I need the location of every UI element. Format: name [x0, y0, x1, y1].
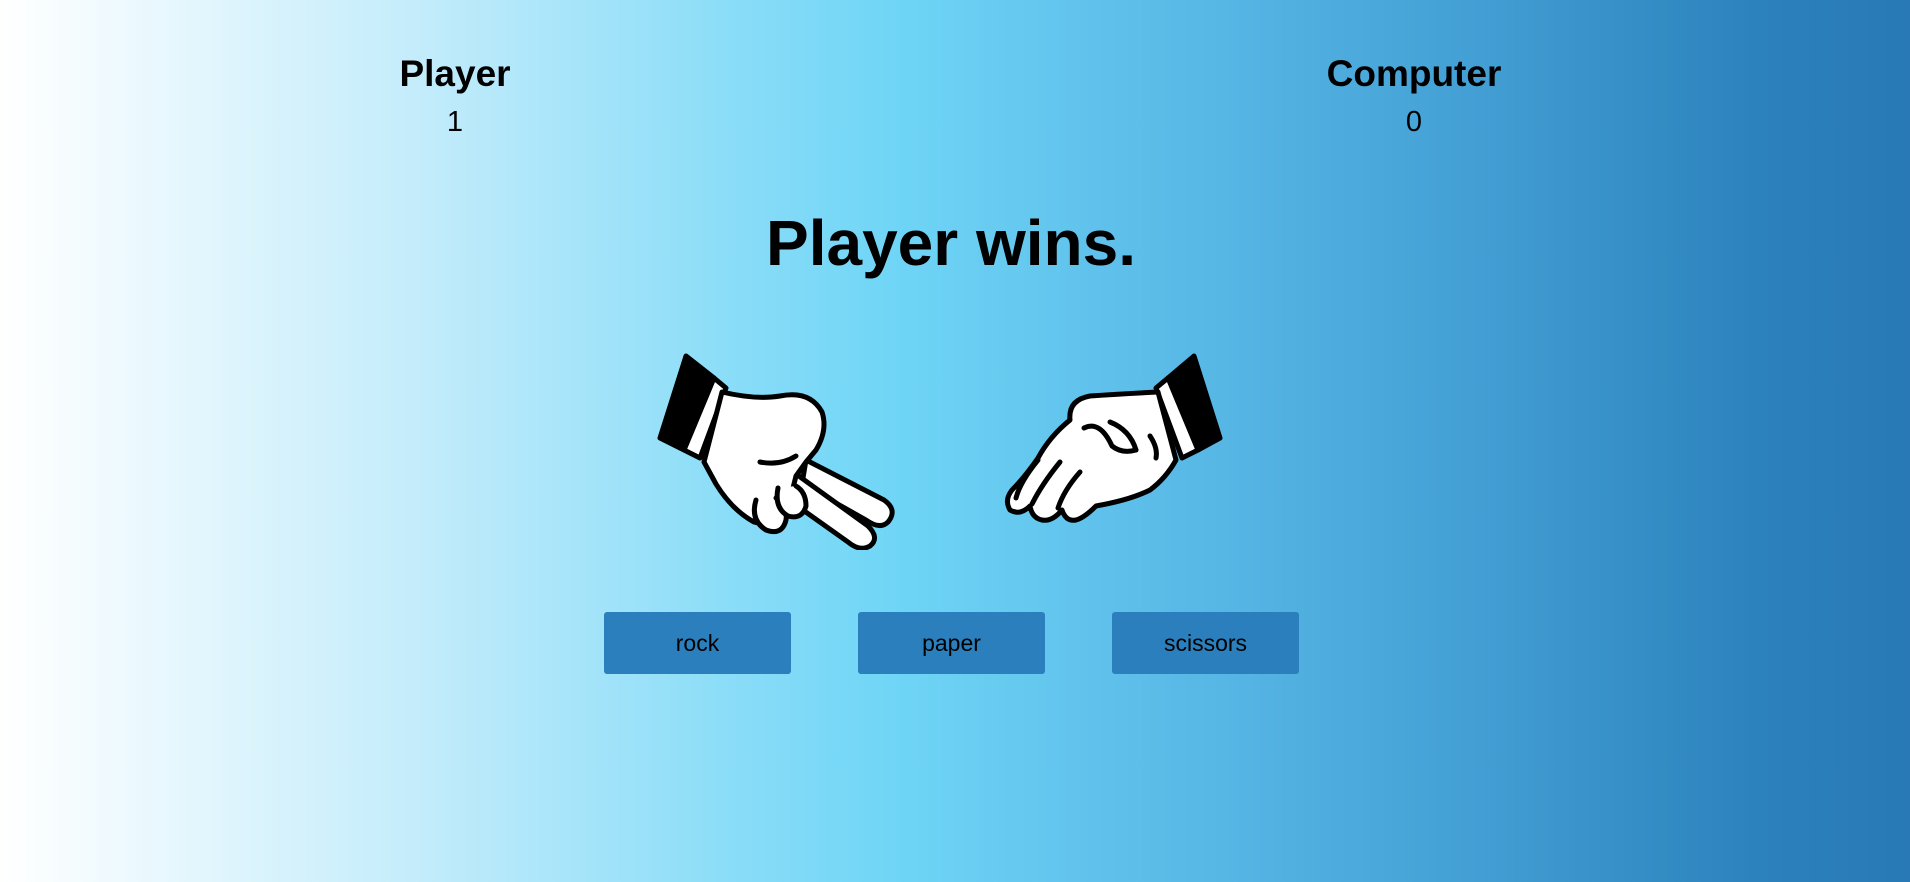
- paper-hand-icon: [980, 350, 1250, 550]
- player-score: 1: [446, 106, 464, 138]
- scissors-hand-icon: [656, 350, 926, 551]
- choice-buttons: rock paper scissors: [604, 612, 1299, 674]
- scissors-button[interactable]: scissors: [1112, 612, 1299, 674]
- round-result: Player wins.: [766, 207, 1136, 279]
- player-label: Player: [399, 53, 511, 94]
- paper-button[interactable]: paper: [858, 612, 1045, 674]
- player-score-panel: Player 1: [305, 50, 605, 140]
- rock-button[interactable]: rock: [604, 612, 791, 674]
- computer-score: 0: [1405, 106, 1423, 138]
- computer-label: Computer: [1326, 53, 1502, 94]
- computer-score-panel: Computer 0: [1264, 50, 1564, 140]
